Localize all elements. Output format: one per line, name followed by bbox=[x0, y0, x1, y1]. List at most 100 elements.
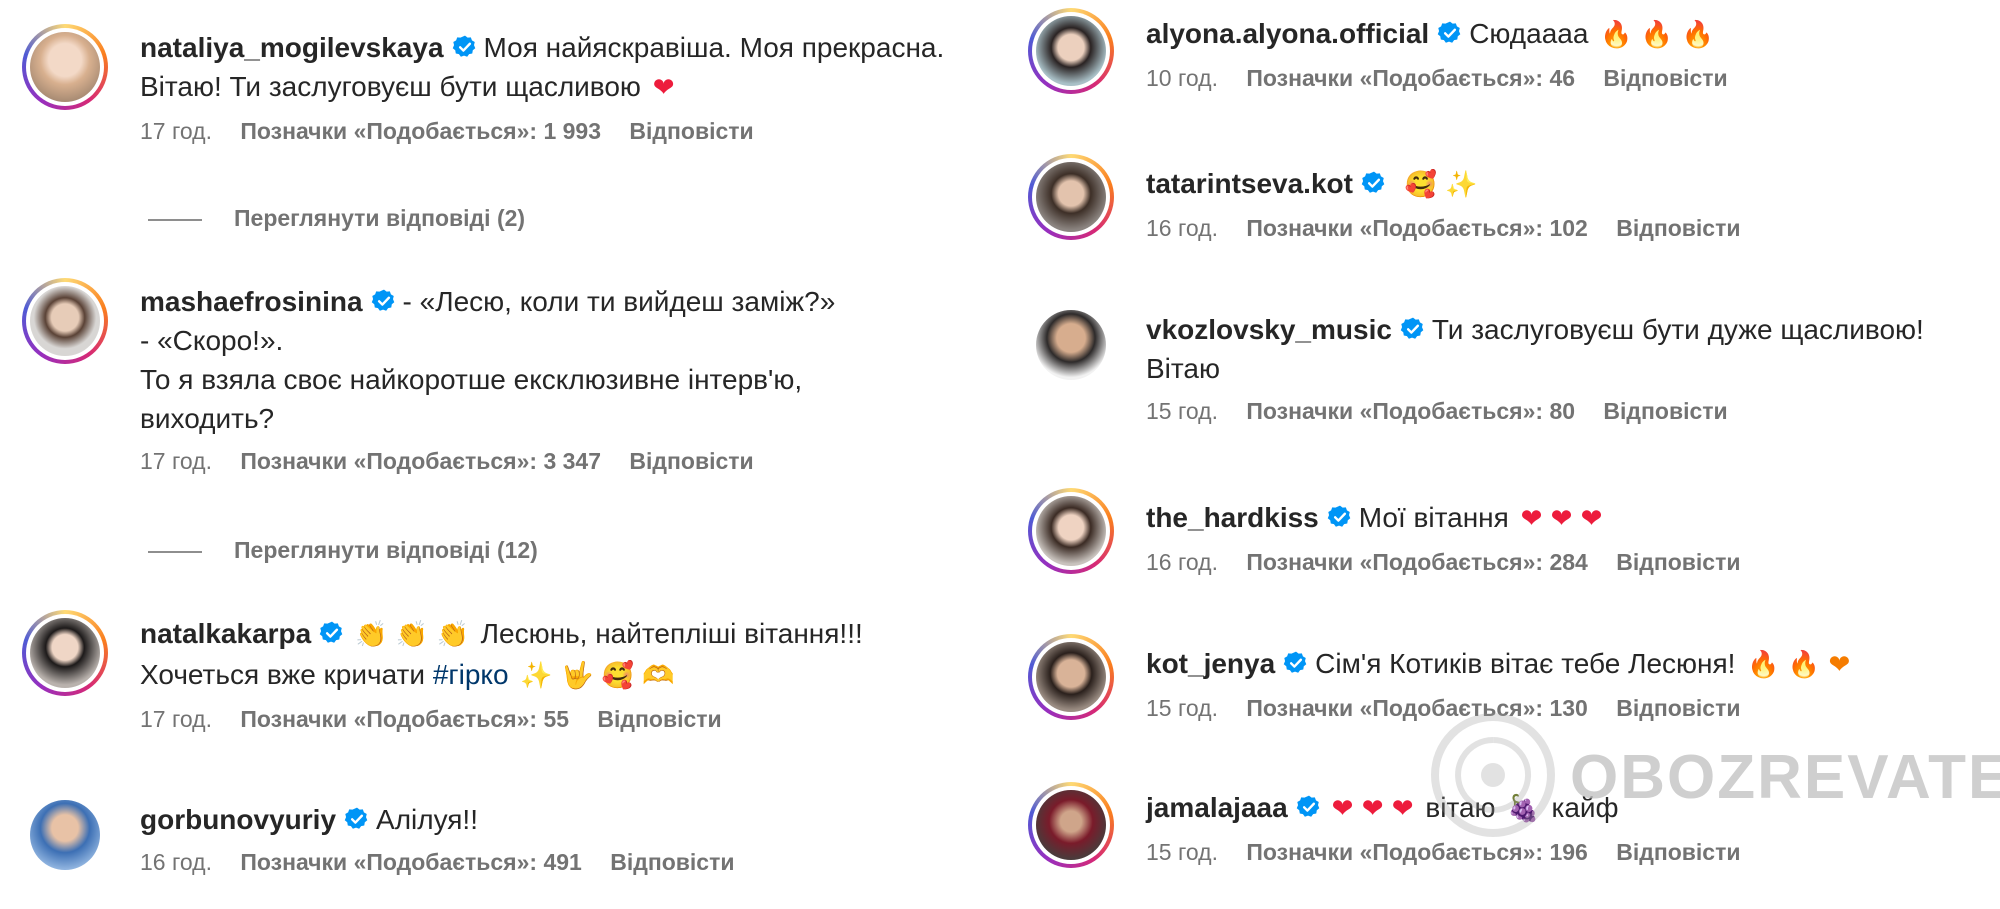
heart-emoji: ❤ bbox=[652, 73, 675, 103]
emoji-group: 🔥 🔥 ❤ bbox=[1747, 650, 1851, 680]
view-replies-button[interactable]: Переглянути відповіді (12) bbox=[148, 537, 538, 564]
comment-time: 15 год. bbox=[1146, 695, 1218, 721]
username[interactable]: natalkakarpa bbox=[140, 618, 311, 649]
comment-body-line2: - «Скоро!». bbox=[140, 325, 284, 356]
reply-button[interactable]: Відповісти bbox=[1616, 839, 1740, 865]
reply-button[interactable]: Відповісти bbox=[1616, 549, 1740, 575]
emoji-group: ✨ 🤟 🥰 🫶 bbox=[520, 661, 675, 691]
comment-text: vkozlovsky_music Ти заслуговуєш бути дуже… bbox=[1146, 310, 1996, 388]
comment-meta: 17 год. Позначки «Подобається»: 3 347 Ві… bbox=[140, 448, 990, 475]
comment-body-line2: Вітаю bbox=[1146, 353, 1220, 384]
avatar[interactable] bbox=[1028, 302, 1114, 388]
likes-count[interactable]: Позначки «Подобається»: 55 bbox=[240, 706, 569, 732]
reply-button[interactable]: Відповісти bbox=[1616, 215, 1740, 241]
comment-text: alyona.alyona.official Сюдаааа 🔥 🔥 🔥 bbox=[1146, 14, 1996, 55]
username[interactable]: gorbunovyuriy bbox=[140, 804, 336, 835]
thread-line bbox=[148, 218, 202, 221]
comment-time: 16 год. bbox=[1146, 215, 1218, 241]
comment-meta: 10 год. Позначки «Подобається»: 46 Відпо… bbox=[1146, 65, 1996, 92]
comment-time: 17 год. bbox=[140, 448, 212, 474]
verified-badge-icon bbox=[1399, 316, 1425, 340]
comment-text: kot_jenya Сім'я Котиків вітає тебе Лесюня… bbox=[1146, 644, 1996, 685]
likes-count[interactable]: Позначки «Подобається»: 80 bbox=[1246, 398, 1575, 424]
comment-time: 17 год. bbox=[140, 706, 212, 732]
reply-button[interactable]: Відповісти bbox=[610, 849, 734, 875]
avatar[interactable] bbox=[22, 278, 108, 364]
avatar[interactable] bbox=[1028, 488, 1114, 574]
heart-emoji: ❤ ❤ ❤ bbox=[1520, 504, 1603, 534]
avatar[interactable] bbox=[1028, 634, 1114, 720]
reply-button[interactable]: Відповісти bbox=[1603, 65, 1727, 91]
username[interactable]: mashaefrosinina bbox=[140, 286, 363, 317]
comment-body-line1: - «Лесю, коли ти вийдеш заміж?» bbox=[402, 286, 836, 317]
likes-count[interactable]: Позначки «Подобається»: 491 bbox=[240, 849, 581, 875]
comment-text: tatarintseva.kot 🥰 ✨ bbox=[1146, 164, 1996, 205]
verified-badge-icon bbox=[1437, 20, 1462, 44]
avatar[interactable] bbox=[1028, 8, 1114, 94]
verified-badge-icon bbox=[1283, 650, 1308, 674]
comment-meta: 15 год. Позначки «Подобається»: 196 Відп… bbox=[1146, 839, 1996, 866]
comment-time: 15 год. bbox=[1146, 839, 1218, 865]
avatar[interactable] bbox=[1028, 154, 1114, 240]
reply-button[interactable]: Відповісти bbox=[1616, 695, 1740, 721]
verified-badge-icon bbox=[319, 620, 344, 644]
username[interactable]: vkozlovsky_music bbox=[1146, 314, 1392, 345]
comment-text: natalkakarpa 👏 👏 👏 Лесюнь, найтепліші віт… bbox=[140, 614, 990, 696]
username[interactable]: jamalajaaa bbox=[1146, 792, 1288, 823]
likes-count[interactable]: Позначки «Подобається»: 46 bbox=[1246, 65, 1575, 91]
comment-time: 16 год. bbox=[1146, 549, 1218, 575]
verified-badge-icon bbox=[344, 806, 369, 830]
verified-badge-icon bbox=[1295, 794, 1321, 818]
view-replies-button[interactable]: Переглянути відповіді (2) bbox=[148, 205, 525, 232]
comment-text: nataliya_mogilevskaya Моя найяскравіша. М… bbox=[140, 28, 990, 108]
thread-line bbox=[148, 550, 202, 553]
verified-badge-icon bbox=[1360, 170, 1386, 194]
comment-body: Лесюнь, найтепліші вітання!!! bbox=[480, 618, 863, 649]
avatar[interactable] bbox=[22, 792, 108, 878]
reply-button[interactable]: Відповісти bbox=[629, 448, 753, 474]
avatar[interactable] bbox=[22, 610, 108, 696]
verified-badge-icon bbox=[451, 34, 476, 58]
clap-emoji: 👏 👏 👏 bbox=[355, 620, 469, 650]
emoji-group: 🥰 ✨ bbox=[1404, 170, 1478, 200]
avatar[interactable] bbox=[22, 24, 108, 110]
reply-button[interactable]: Відповісти bbox=[1603, 398, 1727, 424]
comment-meta: 15 год. Позначки «Подобається»: 80 Відпо… bbox=[1146, 398, 1996, 425]
comment-body: Мої вітання bbox=[1358, 502, 1509, 533]
comment-time: 17 год. bbox=[140, 118, 212, 144]
comment-body: Алілуя!! bbox=[376, 804, 478, 835]
comment-meta: 17 год. Позначки «Подобається»: 1 993 Ві… bbox=[140, 118, 990, 145]
verified-badge-icon bbox=[370, 288, 396, 312]
username[interactable]: nataliya_mogilevskaya bbox=[140, 32, 444, 63]
avatar[interactable] bbox=[1028, 782, 1114, 868]
likes-count[interactable]: Позначки «Подобається»: 1 993 bbox=[240, 118, 601, 144]
view-replies-label: Переглянути відповіді (12) bbox=[234, 537, 538, 563]
fire-emoji: 🔥 🔥 🔥 bbox=[1600, 20, 1714, 50]
comment-body: Ти заслуговуєш бути дуже щасливою! bbox=[1431, 314, 1924, 345]
username[interactable]: the_hardkiss bbox=[1146, 502, 1319, 533]
comment-body-line4: виходить? bbox=[140, 403, 275, 434]
likes-count[interactable]: Позначки «Подобається»: 3 347 bbox=[240, 448, 601, 474]
comment-meta: 16 год. Позначки «Подобається»: 102 Відп… bbox=[1146, 215, 1996, 242]
likes-count[interactable]: Позначки «Подобається»: 284 bbox=[1246, 549, 1587, 575]
comment-meta: 16 год. Позначки «Подобається»: 284 Відп… bbox=[1146, 549, 1996, 576]
likes-count[interactable]: Позначки «Подобається»: 102 bbox=[1246, 215, 1587, 241]
comment-time: 10 год. bbox=[1146, 65, 1218, 91]
likes-count[interactable]: Позначки «Подобається»: 196 bbox=[1246, 839, 1587, 865]
comment-body: Сюдаааа bbox=[1469, 18, 1589, 49]
username[interactable]: alyona.alyona.official bbox=[1146, 18, 1429, 49]
hashtag-link[interactable]: #гірко bbox=[433, 659, 509, 690]
comment-body: Сім'я Котиків вітає тебе Лесюня! bbox=[1315, 648, 1736, 679]
comment-meta: 17 год. Позначки «Подобається»: 55 Відпо… bbox=[140, 706, 990, 733]
comment-body-line3: То я взяла своє найкоротше ексклюзивне і… bbox=[140, 364, 803, 395]
reply-button[interactable]: Відповісти bbox=[597, 706, 721, 732]
watermark-text: OBOZREVATEL bbox=[1570, 743, 2000, 812]
comment-text: mashaefrosinina - «Лесю, коли ти вийдеш з… bbox=[140, 282, 990, 438]
reply-button[interactable]: Відповісти bbox=[629, 118, 753, 144]
username[interactable]: tatarintseva.kot bbox=[1146, 168, 1353, 199]
watermark-logo-icon bbox=[1431, 713, 1555, 837]
comment-text: gorbunovyuriy Алілуя!! bbox=[140, 800, 990, 839]
username[interactable]: kot_jenya bbox=[1146, 648, 1275, 679]
comment-body-line2: Хочеться вже кричати bbox=[140, 659, 426, 690]
comment-text: the_hardkiss Мої вітання ❤ ❤ ❤ bbox=[1146, 498, 1996, 539]
